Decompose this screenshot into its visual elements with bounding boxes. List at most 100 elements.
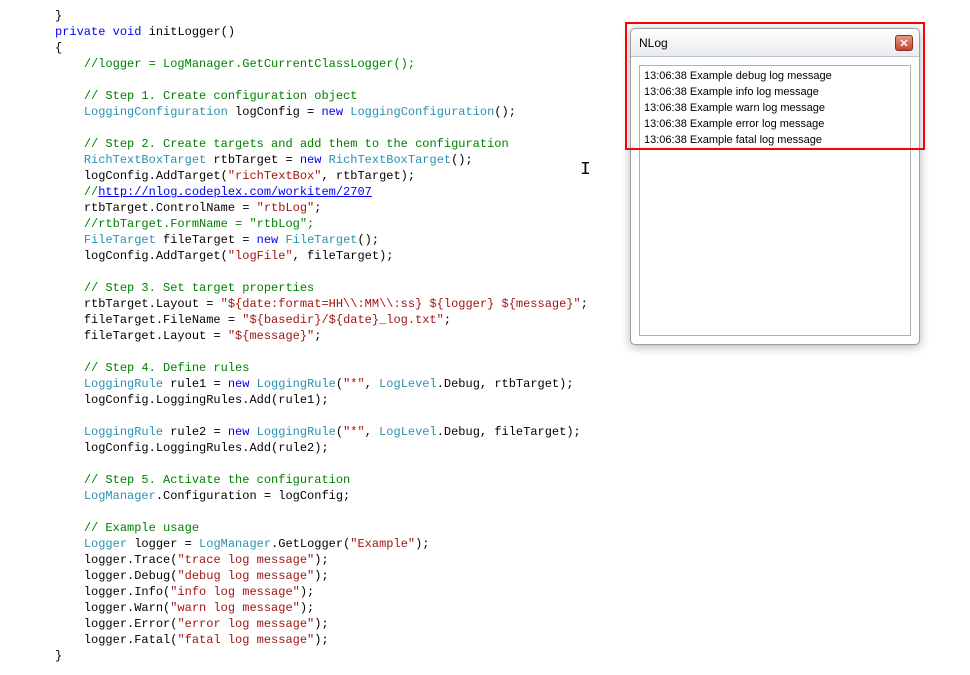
- code-text: [105, 25, 112, 39]
- comment: //logger = LogManager.GetCurrentClassLog…: [84, 57, 415, 71]
- window-title: NLog: [637, 36, 895, 50]
- code-text: ;: [444, 313, 451, 327]
- log-textbox[interactable]: 13:06:38 Example debug log message 13:06…: [639, 65, 911, 336]
- code-text: ;: [581, 297, 588, 311]
- string: "Example": [350, 537, 415, 551]
- code-text: rtbTarget =: [206, 153, 300, 167]
- string: "${message}": [228, 329, 314, 343]
- type: RichTextBoxTarget: [84, 153, 206, 167]
- string: "richTextBox": [228, 169, 322, 183]
- code-text: ,: [365, 377, 379, 391]
- keyword: void: [113, 25, 142, 39]
- window-titlebar[interactable]: NLog: [631, 29, 919, 57]
- code-text: logger =: [127, 537, 199, 551]
- code-text: ();: [451, 153, 473, 167]
- code-text: );: [314, 633, 328, 647]
- code-text: fileTarget =: [156, 233, 257, 247]
- keyword: private: [55, 25, 105, 39]
- close-icon: [900, 39, 908, 47]
- comment: // Step 3. Set target properties: [84, 281, 314, 295]
- log-line: 13:06:38 Example info log message: [644, 84, 906, 100]
- type: LogManager: [199, 537, 271, 551]
- code-text: logConfig.AddTarget(: [84, 249, 228, 263]
- code-text: .Debug, fileTarget);: [437, 425, 581, 439]
- log-line: 13:06:38 Example error log message: [644, 116, 906, 132]
- code-text: );: [314, 553, 328, 567]
- code-text: ();: [494, 105, 516, 119]
- code-text: fileTarget.Layout =: [84, 329, 228, 343]
- string: "debug log message": [177, 569, 314, 583]
- string: "${basedir}/${date}_log.txt": [242, 313, 444, 327]
- type: Logger: [84, 537, 127, 551]
- comment: // Step 4. Define rules: [84, 361, 250, 375]
- code-text: [249, 425, 256, 439]
- code-text: logger.Debug(: [84, 569, 178, 583]
- code-text: logger.Info(: [84, 585, 170, 599]
- type: LogLevel: [379, 425, 437, 439]
- type: LoggingConfiguration: [350, 105, 494, 119]
- log-line: 13:06:38 Example fatal log message: [644, 132, 906, 148]
- string: "error log message": [177, 617, 314, 631]
- code-text: logConfig.LoggingRules.Add(rule1);: [84, 393, 329, 407]
- comment: // Step 5. Activate the configuration: [84, 473, 350, 487]
- code-text: rtbTarget.Layout =: [84, 297, 221, 311]
- keyword: new: [257, 233, 279, 247]
- code-text: logger.Warn(: [84, 601, 170, 615]
- type: LoggingRule: [84, 377, 163, 391]
- type: FileTarget: [285, 233, 357, 247]
- code-text: [321, 153, 328, 167]
- comment: // Step 2. Create targets and add them t…: [84, 137, 509, 151]
- code-text: logConfig.LoggingRules.Add(rule2);: [84, 441, 329, 455]
- code-text: ;: [314, 329, 321, 343]
- code-text: (: [336, 377, 343, 391]
- code-text: logConfig.AddTarget(: [84, 169, 228, 183]
- code-line: }: [55, 9, 62, 23]
- code-text: fileTarget.FileName =: [84, 313, 242, 327]
- code-text: logConfig =: [228, 105, 322, 119]
- string: "logFile": [228, 249, 293, 263]
- code-text: (: [336, 425, 343, 439]
- comment: //rtbTarget.FormName = "rtbLog";: [84, 217, 314, 231]
- code-text: logger.Trace(: [84, 553, 178, 567]
- keyword: new: [300, 153, 322, 167]
- code-text: logger.Error(: [84, 617, 178, 631]
- type: LogLevel: [379, 377, 437, 391]
- code-text: .GetLogger(: [271, 537, 350, 551]
- code-text: );: [300, 601, 314, 615]
- code-line: {: [55, 41, 62, 55]
- type: LoggingConfiguration: [84, 105, 228, 119]
- keyword: new: [228, 377, 250, 391]
- code-text: , fileTarget);: [293, 249, 394, 263]
- code-text: ;: [314, 201, 321, 215]
- code-text: [249, 377, 256, 391]
- hyperlink[interactable]: http://nlog.codeplex.com/workitem/2707: [98, 185, 372, 199]
- type: LogManager: [84, 489, 156, 503]
- code-text: );: [314, 569, 328, 583]
- text-cursor-icon: I: [580, 160, 591, 180]
- string: "*": [343, 425, 365, 439]
- type: FileTarget: [84, 233, 156, 247]
- comment: // Step 1. Create configuration object: [84, 89, 358, 103]
- string: "${date:format=HH\\:MM\\:ss} ${logger} $…: [221, 297, 581, 311]
- code-text: );: [300, 585, 314, 599]
- code-text: rtbTarget.ControlName =: [84, 201, 257, 215]
- code-text: );: [314, 617, 328, 631]
- string: "trace log message": [177, 553, 314, 567]
- nlog-window[interactable]: NLog 13:06:38 Example debug log message …: [630, 28, 920, 345]
- string: "info log message": [170, 585, 300, 599]
- type: LoggingRule: [84, 425, 163, 439]
- log-line: 13:06:38 Example debug log message: [644, 68, 906, 84]
- code-text: rule1 =: [163, 377, 228, 391]
- type: LoggingRule: [257, 377, 336, 391]
- close-button[interactable]: [895, 35, 913, 51]
- string: "fatal log message": [177, 633, 314, 647]
- log-line: 13:06:38 Example warn log message: [644, 100, 906, 116]
- type: LoggingRule: [257, 425, 336, 439]
- code-text: rule2 =: [163, 425, 228, 439]
- code-text: );: [415, 537, 429, 551]
- code-text: ,: [365, 425, 379, 439]
- code-text: .Configuration = logConfig;: [156, 489, 350, 503]
- code-text: ();: [357, 233, 379, 247]
- code-line: }: [55, 649, 62, 663]
- code-text: , rtbTarget);: [321, 169, 415, 183]
